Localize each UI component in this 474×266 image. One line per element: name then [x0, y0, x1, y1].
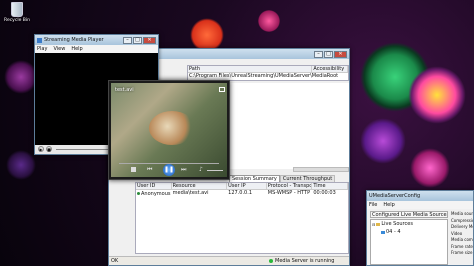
config-title-bar: UMediaServerConfig — [367, 191, 473, 201]
tree-item-live-sources[interactable]: ⊟ Live Sources — [371, 220, 447, 228]
accessibility-column-header[interactable]: Accessibility — [312, 66, 348, 72]
minimize-button[interactable]: – — [314, 50, 323, 58]
player-menu-bar: Play View Help — [35, 45, 158, 53]
bird-shape — [149, 111, 195, 145]
path-table: Path Accessibility C:\Program Files\Unre… — [187, 65, 349, 81]
player-app-icon — [37, 37, 42, 43]
path-table-header: Path Accessibility — [188, 66, 348, 73]
user-ip-column-header[interactable]: User IP — [227, 183, 267, 189]
resource-column-header[interactable]: Resource — [172, 183, 228, 189]
session-time: 00:00:03 — [313, 190, 336, 196]
config-menu-bar: File Help — [367, 201, 473, 209]
menu-play[interactable]: Play — [37, 46, 47, 52]
time-column-header[interactable]: Time — [312, 183, 348, 189]
recycle-bin-label: Recycle Bin — [4, 18, 30, 23]
table-row[interactable]: Anonymous media\test.avi 127.0.0.1 MS-WM… — [136, 190, 348, 197]
source-icon — [381, 230, 385, 234]
video-stop-button[interactable] — [131, 167, 136, 172]
path-row[interactable]: C:\Program Files\UnrealStreaming\UMediaS… — [188, 73, 348, 80]
maximize-button[interactable]: □ — [133, 36, 142, 44]
player-title-bar: Streaming Media Player – □ ✕ — [35, 35, 158, 45]
previous-button[interactable]: ⏮ — [147, 167, 152, 173]
status-bar: OK Media Server is running — [109, 256, 349, 265]
session-table: User ID Resource User IP Protocol - Tran… — [135, 182, 349, 254]
fullscreen-icon[interactable] — [219, 87, 225, 92]
prop-delivery-mode: Delivery Mode — [451, 224, 473, 229]
expand-icon[interactable]: ⊟ — [372, 222, 375, 227]
player-title: Streaming Media Player — [44, 37, 104, 43]
folder-icon — [376, 222, 381, 226]
tree-child-label: 04 - 4 — [386, 229, 401, 235]
menu-file[interactable]: File — [369, 202, 377, 208]
session-resource: media\test.avi — [172, 190, 209, 196]
close-button[interactable]: ✕ — [143, 36, 156, 44]
media-server-config-window: UMediaServerConfig File Help Configured … — [366, 190, 474, 266]
play-button[interactable]: ▶ — [38, 146, 44, 152]
recycle-bin-icon — [11, 2, 23, 17]
stop-button[interactable]: ■ — [46, 146, 52, 152]
menu-view[interactable]: View — [53, 46, 65, 52]
minimize-button[interactable]: – — [123, 36, 132, 44]
seek-slider[interactable] — [56, 149, 116, 150]
status-ok-text: OK — [111, 258, 119, 264]
session-protocol: MS-WMSP - HTTP ... — [267, 190, 313, 196]
prop-frame-size: Frame size — [451, 250, 473, 255]
prop-media-com: Media com — [451, 237, 473, 242]
session-user: Anonymous — [141, 190, 171, 197]
config-properties: Media source Compression Delivery Mode V… — [451, 211, 473, 265]
config-left-header: Configured Live Media Sources — [370, 211, 448, 218]
menu-help[interactable]: Help — [383, 202, 394, 208]
config-tree: ⊟ Live Sources 04 - 4 — [370, 219, 448, 265]
tree-item-source[interactable]: 04 - 4 — [371, 228, 447, 236]
menu-help[interactable]: Help — [71, 46, 82, 52]
next-button[interactable]: ⏭ — [181, 167, 186, 173]
session-table-header: User ID Resource User IP Protocol - Tran… — [136, 183, 348, 190]
path-column-header[interactable]: Path — [188, 66, 313, 72]
maximize-button[interactable]: □ — [324, 50, 333, 58]
horizontal-scrollbar[interactable] — [293, 167, 349, 172]
volume-slider[interactable] — [207, 170, 223, 171]
server-running-icon — [269, 259, 273, 263]
close-button[interactable]: ✕ — [334, 50, 347, 58]
config-title: UMediaServerConfig — [369, 193, 421, 199]
protocol-column-header[interactable]: Protocol - Transport — [267, 183, 313, 189]
pause-button[interactable]: ❚❚ — [163, 164, 175, 176]
recycle-bin-shortcut[interactable]: Recycle Bin — [4, 2, 30, 32]
user-icon — [137, 192, 140, 195]
volume-icon[interactable]: ♪ — [199, 167, 203, 173]
tab-session-summary[interactable]: Session Summary — [229, 175, 280, 182]
video-playback-window: test.avi ⏮ ❚❚ ⏭ ♪ — [108, 80, 230, 180]
video-filename: test.avi — [115, 87, 134, 93]
user-id-column-header[interactable]: User ID — [136, 183, 172, 189]
tree-root-label: Live Sources — [381, 221, 413, 227]
session-ip: 127.0.0.1 — [228, 190, 252, 196]
tab-current-throughput[interactable]: Current Throughput — [279, 175, 336, 182]
prop-media-source: Media source — [451, 211, 473, 216]
session-tabs: Session Summary Current Throughput — [229, 175, 336, 182]
server-status-text: Media Server is running — [275, 258, 335, 264]
